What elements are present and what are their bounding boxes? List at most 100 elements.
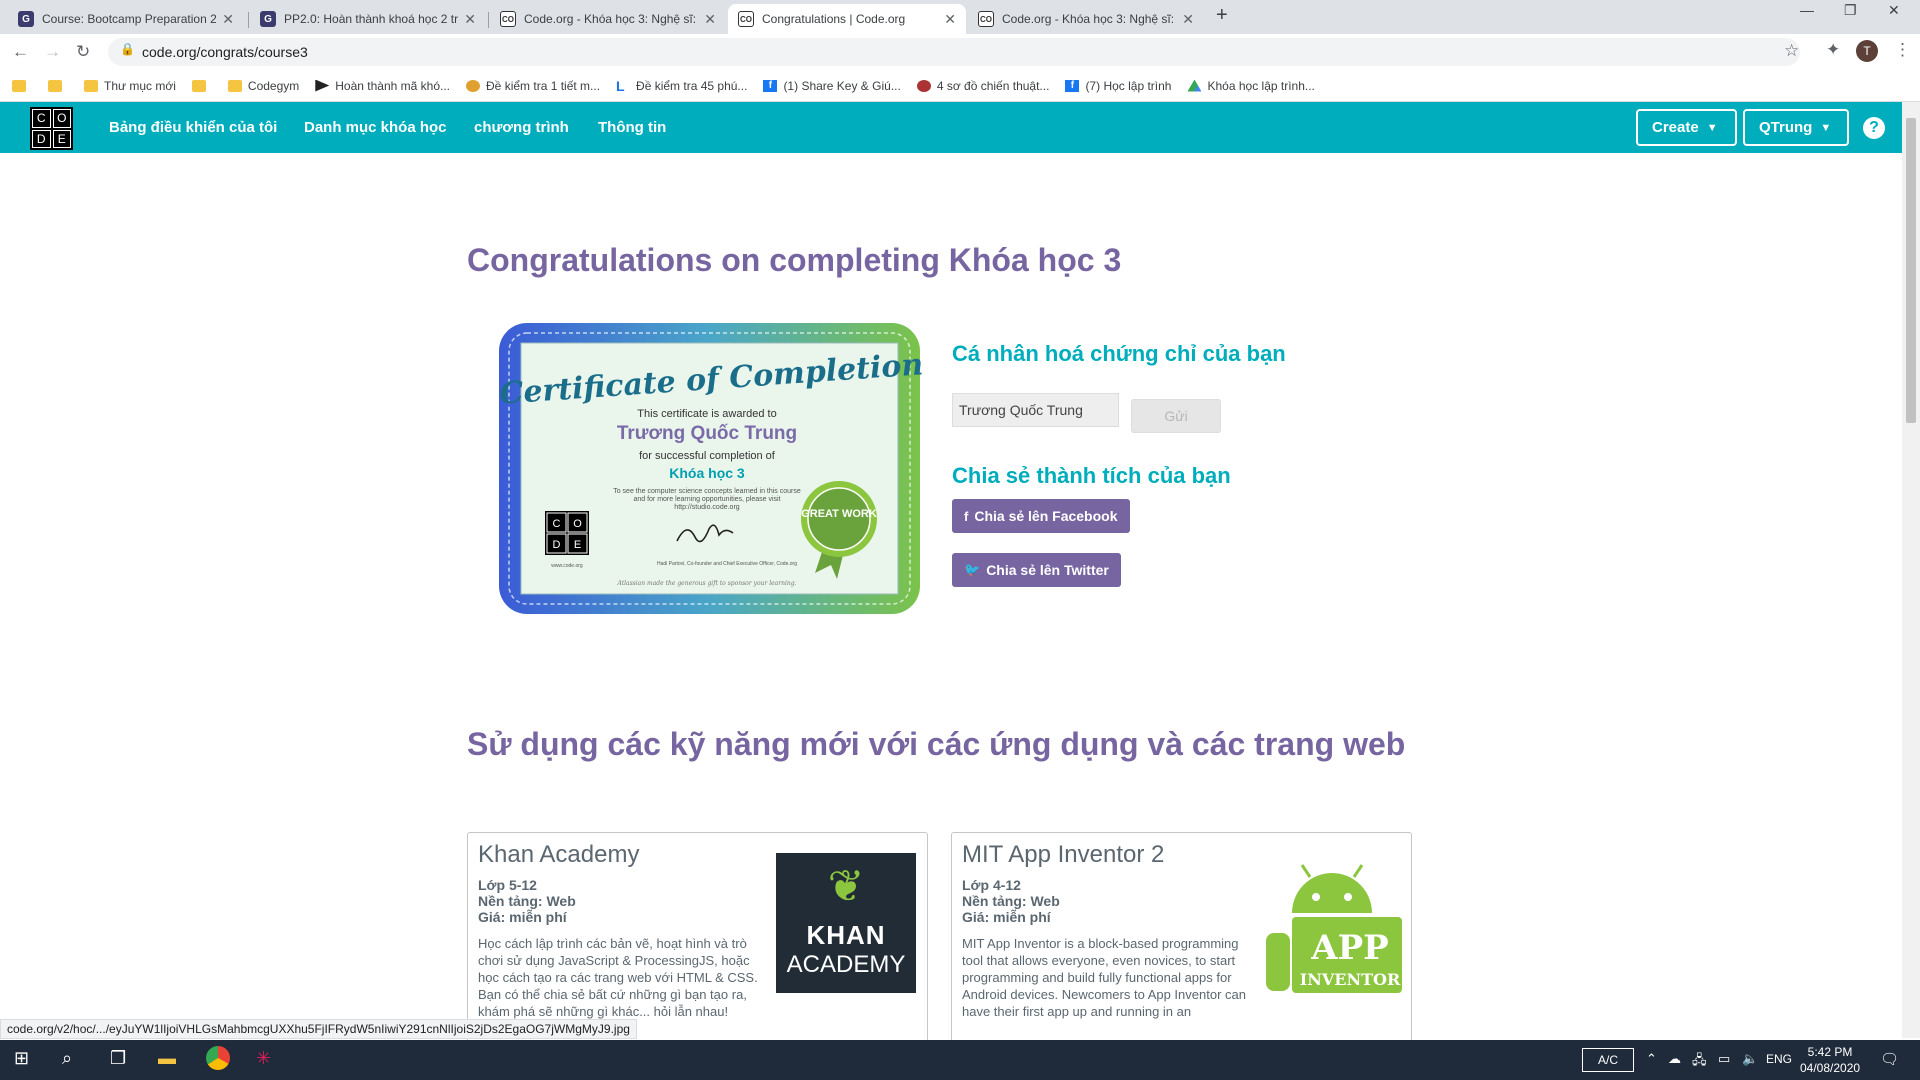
personalize-heading: Cá nhân hoá chứng chỉ của bạn bbox=[952, 341, 1286, 366]
certificate-note-3: http://studio.code.org bbox=[674, 504, 739, 511]
lock-icon[interactable]: 🔒 bbox=[120, 42, 135, 56]
bookmark-item[interactable]: 4 sơ đồ chiến thuật... bbox=[916, 79, 1049, 93]
submit-name-button[interactable]: Gửi bbox=[1131, 399, 1221, 433]
ac-indicator[interactable]: A/C bbox=[1582, 1048, 1634, 1072]
bookmark-label: Đề kiểm tra 45 phú... bbox=[636, 78, 748, 93]
khan-academy-logo[interactable]: ❦ KHAN ACADEMY bbox=[776, 853, 916, 993]
twitter-icon: 🐦 bbox=[964, 562, 981, 577]
bookmark-item[interactable]: Khóa học lập trình... bbox=[1187, 79, 1315, 93]
section-heading: Sử dụng các kỹ năng mới với các ứng dụng… bbox=[467, 726, 1406, 762]
reload-icon[interactable]: ↻ bbox=[76, 42, 90, 62]
card-description: Học cách lập trình các bản vẽ, hoạt hình… bbox=[478, 936, 758, 1019]
browser-tab[interactable]: G Course: Bootcamp Preparation 2... ✕ bbox=[8, 4, 244, 34]
tab-title: PP2.0: Hoàn thành khoá học 2 tr... bbox=[284, 12, 459, 26]
close-window-icon[interactable]: ✕ bbox=[1888, 2, 1900, 19]
back-icon[interactable]: ← bbox=[12, 42, 29, 62]
close-tab-icon[interactable]: ✕ bbox=[222, 11, 234, 28]
task-view-icon[interactable]: ❐ bbox=[110, 1048, 126, 1069]
nav-link-course-catalog[interactable]: Danh mục khóa học bbox=[304, 119, 447, 136]
bookmark-star-icon[interactable]: ☆ bbox=[1784, 41, 1799, 61]
browser-tab[interactable]: G PP2.0: Hoàn thành khoá học 2 tr... ✕ bbox=[250, 4, 486, 34]
tab-title: Code.org - Khóa học 3: Nghệ sĩ: ... bbox=[524, 12, 699, 26]
bookmark-item[interactable]: L Đề kiểm tra 45 phú... bbox=[616, 79, 747, 93]
browser-tab[interactable]: CO Code.org - Khóa học 3: Nghệ sĩ: ... ✕ bbox=[490, 4, 726, 34]
bookmark-folder[interactable] bbox=[191, 79, 212, 92]
tree-icon: ❦ bbox=[827, 862, 865, 911]
facebook-icon: f bbox=[1065, 79, 1080, 92]
bookmark-item[interactable]: Hoàn thành mã khó... bbox=[315, 79, 450, 93]
minimize-icon[interactable]: — bbox=[1800, 2, 1814, 18]
badge-text: GREAT WORK bbox=[801, 508, 877, 520]
certificate-name-input[interactable]: Trương Quốc Trung bbox=[952, 393, 1119, 427]
network-icon[interactable]: 🖧 bbox=[1692, 1051, 1707, 1073]
bookmark-folder[interactable]: Thư mục mới bbox=[84, 79, 176, 93]
new-tab-icon[interactable]: + bbox=[1216, 4, 1228, 27]
tab-favicon-icon: CO bbox=[738, 11, 754, 27]
code-org-logo[interactable]: C O D E bbox=[30, 107, 73, 150]
tab-favicon-icon: CO bbox=[978, 11, 994, 27]
profile-avatar[interactable]: T bbox=[1856, 40, 1878, 62]
monitor-icon[interactable]: ▭ bbox=[1718, 1051, 1730, 1067]
tab-title: Code.org - Khóa học 3: Nghệ sĩ: ... bbox=[1002, 12, 1177, 26]
share-facebook-label: Chia sẻ lên Facebook bbox=[974, 508, 1118, 524]
certificate-note-1: To see the computer science concepts lea… bbox=[613, 488, 801, 495]
browser-tab-active[interactable]: CO Congratulations | Code.org ✕ bbox=[728, 4, 966, 34]
clock[interactable]: 5:42 PM 04/08/2020 bbox=[1800, 1044, 1860, 1076]
slack-icon[interactable]: ✳ bbox=[256, 1048, 271, 1069]
address-bar[interactable]: code.org/congrats/course3 bbox=[108, 38, 1800, 66]
share-facebook-button[interactable]: f Chia sẻ lên Facebook bbox=[952, 499, 1130, 533]
search-icon[interactable]: ⌕ bbox=[62, 1048, 72, 1069]
windows-start-icon[interactable]: ⊞ bbox=[14, 1048, 29, 1069]
drive-icon bbox=[1187, 79, 1202, 92]
share-twitter-button[interactable]: 🐦 Chia sẻ lên Twitter bbox=[952, 553, 1121, 587]
bookmark-folder[interactable] bbox=[12, 79, 32, 92]
volume-icon[interactable]: 🔈 bbox=[1742, 1051, 1758, 1067]
nav-link-projects[interactable]: chương trình bbox=[474, 119, 569, 136]
create-label: Create bbox=[1652, 119, 1699, 136]
forward-icon[interactable]: → bbox=[44, 42, 61, 62]
onedrive-icon[interactable]: ☁ bbox=[1668, 1051, 1681, 1067]
folder-icon bbox=[48, 79, 62, 92]
bookmark-folder[interactable] bbox=[48, 79, 68, 92]
close-tab-icon[interactable]: ✕ bbox=[464, 11, 476, 28]
browser-toolbar: ← → ↻ code.org/congrats/course3 ☆ ✦ T ⋮ bbox=[0, 34, 1920, 70]
extensions-icon[interactable]: ✦ bbox=[1826, 40, 1840, 60]
create-menu-button[interactable]: Create ▼ bbox=[1636, 109, 1737, 146]
share-heading: Chia sẻ thành tích của bạn bbox=[952, 463, 1231, 488]
scrollbar-thumb[interactable] bbox=[1906, 118, 1916, 423]
notification-icon[interactable]: 🗨 bbox=[1880, 1050, 1899, 1068]
tab-title: Course: Bootcamp Preparation 2... bbox=[42, 12, 217, 26]
bookmark-label: Đề kiểm tra 1 tiết m... bbox=[486, 78, 601, 93]
browser-tab[interactable]: CO Code.org - Khóa học 3: Nghệ sĩ: ... ✕ bbox=[968, 4, 1204, 34]
site-header: C O D E Bảng điều khiển của tôi Danh mục… bbox=[0, 102, 1902, 153]
nav-link-dashboard[interactable]: Bảng điều khiển của tôi bbox=[109, 119, 277, 136]
close-tab-icon[interactable]: ✕ bbox=[1182, 11, 1194, 28]
status-bar-url: code.org/v2/hoc/.../eyJuYW1lIjoiVHLGsMah… bbox=[0, 1019, 637, 1039]
user-menu-button[interactable]: QTrung ▼ bbox=[1743, 109, 1849, 146]
chevron-up-icon[interactable]: ⌃ bbox=[1646, 1051, 1657, 1067]
logo-text: KHAN bbox=[806, 920, 886, 950]
app-inventor-logo[interactable]: APP INVENTOR bbox=[1262, 863, 1402, 993]
certificate-signer: Hadi Partovi, Co-founder and Chief Execu… bbox=[657, 561, 797, 567]
bookmark-item[interactable]: f (7) Học lập trình bbox=[1065, 79, 1171, 93]
certificate-for-text: for successful completion of bbox=[639, 450, 776, 462]
logo-letter: O bbox=[573, 518, 582, 530]
logo-text: ACADEMY bbox=[786, 951, 906, 978]
bookmark-item[interactable]: f (1) Share Key & Giú... bbox=[763, 79, 901, 93]
bookmark-label: Thư mục mới bbox=[104, 78, 176, 93]
file-explorer-icon[interactable]: ▬ bbox=[158, 1048, 176, 1069]
bookmark-item[interactable]: Đề kiểm tra 1 tiết m... bbox=[466, 79, 600, 93]
windows-taskbar: ⊞ ⌕ ❐ ▬ ✳ A/C ⌃ ☁ 🖧 ▭ 🔈 ENG 5:42 PM 04/08… bbox=[0, 1040, 1920, 1080]
bookmark-folder[interactable]: Codegym bbox=[227, 79, 299, 93]
logo-text: INVENTOR bbox=[1300, 970, 1401, 989]
close-tab-icon[interactable]: ✕ bbox=[944, 11, 956, 28]
restore-icon[interactable]: ❐ bbox=[1844, 2, 1857, 19]
chrome-icon[interactable] bbox=[206, 1046, 230, 1070]
language-indicator[interactable]: ENG bbox=[1766, 1052, 1792, 1066]
site-icon bbox=[916, 79, 931, 92]
help-icon[interactable]: ? bbox=[1863, 117, 1885, 139]
nav-link-about[interactable]: Thông tin bbox=[598, 119, 666, 136]
folder-icon bbox=[227, 79, 242, 92]
menu-icon[interactable]: ⋮ bbox=[1894, 40, 1911, 60]
close-tab-icon[interactable]: ✕ bbox=[704, 11, 716, 28]
